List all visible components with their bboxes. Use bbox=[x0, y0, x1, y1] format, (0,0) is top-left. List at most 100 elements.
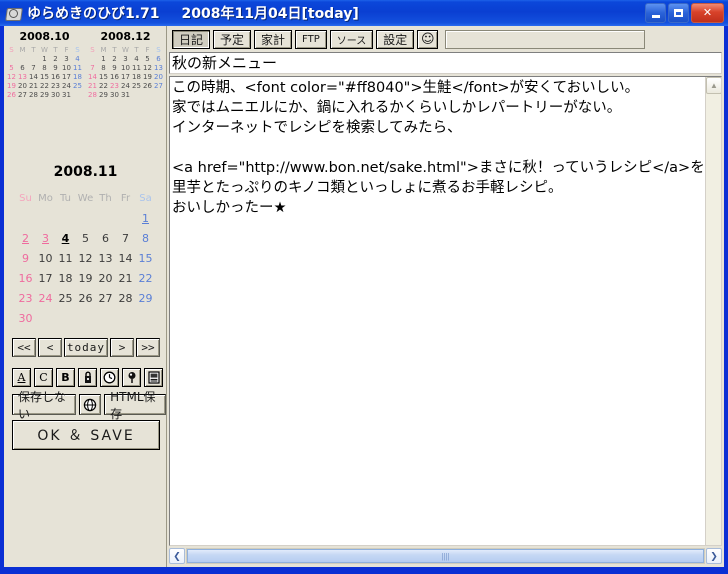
maximize-button[interactable] bbox=[668, 3, 689, 23]
scroll-right-button[interactable]: ❯ bbox=[706, 548, 722, 564]
tab-household[interactable]: 家計 bbox=[254, 30, 293, 49]
calendar-day[interactable]: 11 bbox=[56, 249, 76, 269]
image-icon-button[interactable] bbox=[144, 368, 163, 387]
hscroll-thumb[interactable]: |||| bbox=[187, 549, 704, 563]
calendar-day[interactable]: 7 bbox=[87, 64, 98, 73]
calendar-day[interactable]: 9 bbox=[16, 249, 36, 269]
horizontal-scrollbar[interactable]: ❮ |||| ❯ bbox=[169, 547, 722, 565]
calendar-day[interactable]: 20 bbox=[96, 269, 116, 289]
calendar-day[interactable]: 22 bbox=[39, 82, 50, 91]
close-button[interactable]: ✕ bbox=[691, 3, 724, 23]
calendar-day[interactable]: 17 bbox=[61, 73, 72, 82]
calendar-day[interactable]: 13 bbox=[17, 73, 28, 82]
calendar-day[interactable]: 26 bbox=[76, 289, 96, 309]
calendar-day[interactable]: 27 bbox=[96, 289, 116, 309]
calendar-day[interactable]: 17 bbox=[36, 269, 56, 289]
calendar-day[interactable]: 25 bbox=[56, 289, 76, 309]
calendar-day[interactable]: 15 bbox=[98, 73, 109, 82]
calendar-day[interactable]: 5 bbox=[76, 229, 96, 249]
mini-calendar-grid[interactable]: S M T W T F S 1 2 3 4 5 6 7 8 9 10 11 12 13 14 15 16 17 18 19 20 21… bbox=[4, 46, 85, 100]
calendar-day[interactable]: 1 bbox=[39, 55, 50, 64]
calendar-day[interactable]: 22 bbox=[136, 269, 156, 289]
calendar-day[interactable]: 28 bbox=[116, 289, 136, 309]
calendar-day[interactable]: 23 bbox=[16, 289, 36, 309]
calendar-day[interactable]: 2 bbox=[50, 55, 61, 64]
calendar-day[interactable]: 18 bbox=[72, 73, 83, 82]
lock-icon-button[interactable] bbox=[78, 368, 97, 387]
calendar-day[interactable]: 3 bbox=[120, 55, 131, 64]
calendar-day[interactable]: 27 bbox=[153, 82, 164, 91]
main-calendar-grid[interactable]: Su Mo Tu We Th Fr Sa 1 2 3 4 5 6 7 8 9 10 11 12 13 14 15 16 17 1… bbox=[4, 189, 167, 329]
calendar-day[interactable]: 11 bbox=[131, 64, 142, 73]
calendar-day[interactable]: 15 bbox=[39, 73, 50, 82]
calendar-day[interactable]: 30 bbox=[109, 91, 120, 100]
tab-diary[interactable]: 日記 bbox=[172, 30, 211, 49]
nav-today-button[interactable]: today bbox=[64, 338, 108, 357]
mini-calendar-grid[interactable]: S M T W T F S 1 2 3 4 5 6 7 8 9 10 11 12 13 14 15 16 17 18 19 20 21… bbox=[85, 46, 166, 100]
calendar-day[interactable]: 18 bbox=[131, 73, 142, 82]
calendar-day[interactable]: 28 bbox=[28, 91, 39, 100]
calendar-day[interactable]: 21 bbox=[28, 82, 39, 91]
no-save-button[interactable]: 保存しない bbox=[12, 390, 77, 421]
calendar-day[interactable]: 14 bbox=[116, 249, 136, 269]
underline-format-button[interactable]: A bbox=[12, 368, 31, 387]
calendar-day[interactable]: 1 bbox=[98, 55, 109, 64]
calendar-day[interactable]: 24 bbox=[120, 82, 131, 91]
calendar-day[interactable]: 3 bbox=[61, 55, 72, 64]
calendar-day[interactable]: 29 bbox=[98, 91, 109, 100]
tab-source[interactable]: ソース bbox=[329, 30, 374, 49]
calendar-day[interactable]: 8 bbox=[98, 64, 109, 73]
clock-icon-button[interactable] bbox=[100, 368, 119, 387]
calendar-day[interactable]: 10 bbox=[61, 64, 72, 73]
vertical-scrollbar[interactable]: ▲ bbox=[705, 77, 721, 545]
calendar-day[interactable]: 13 bbox=[153, 64, 164, 73]
calendar-day[interactable]: 12 bbox=[6, 73, 17, 82]
calendar-day[interactable]: 25 bbox=[72, 82, 83, 91]
calendar-day[interactable]: 2 bbox=[109, 55, 120, 64]
balloon-icon-button[interactable] bbox=[122, 368, 141, 387]
calendar-day[interactable]: 6 bbox=[153, 55, 164, 64]
calendar-day[interactable]: 24 bbox=[36, 289, 56, 309]
calendar-day[interactable]: 15 bbox=[136, 249, 156, 269]
bold-format-button[interactable]: B bbox=[56, 368, 75, 387]
calendar-day[interactable]: 19 bbox=[6, 82, 17, 91]
calendar-day[interactable]: 30 bbox=[16, 309, 36, 329]
calendar-day[interactable]: 6 bbox=[17, 64, 28, 73]
nav-next-year-button[interactable]: >> bbox=[136, 338, 160, 357]
calendar-day[interactable]: 21 bbox=[87, 82, 98, 91]
entry-title-input[interactable]: 秋の新メニュー bbox=[169, 52, 722, 74]
calendar-day[interactable]: 23 bbox=[50, 82, 61, 91]
calendar-day[interactable]: 11 bbox=[72, 64, 83, 73]
calendar-day[interactable]: 21 bbox=[116, 269, 136, 289]
calendar-day[interactable]: 9 bbox=[50, 64, 61, 73]
calendar-day[interactable]: 27 bbox=[17, 91, 28, 100]
smiley-button[interactable]: ☺ bbox=[417, 30, 439, 49]
calendar-day[interactable]: 16 bbox=[50, 73, 61, 82]
entry-body-input[interactable]: この時期、<font color="#ff8040">生鮭</font>が安くて… bbox=[170, 77, 706, 218]
calendar-day[interactable]: 16 bbox=[16, 269, 36, 289]
calendar-day[interactable]: 28 bbox=[87, 91, 98, 100]
scroll-up-button[interactable]: ▲ bbox=[706, 77, 721, 94]
calendar-day[interactable]: 10 bbox=[36, 249, 56, 269]
tab-ftp[interactable]: FTP bbox=[295, 30, 327, 49]
calendar-day[interactable]: 2 bbox=[16, 229, 36, 249]
calendar-day[interactable]: 31 bbox=[120, 91, 131, 100]
calendar-day[interactable]: 14 bbox=[28, 73, 39, 82]
html-save-button[interactable]: HTML保存 bbox=[104, 390, 166, 421]
calendar-day[interactable]: 26 bbox=[142, 82, 153, 91]
calendar-day[interactable]: 12 bbox=[76, 249, 96, 269]
calendar-day[interactable]: 17 bbox=[120, 73, 131, 82]
calendar-day[interactable]: 31 bbox=[61, 91, 72, 100]
minimize-button[interactable] bbox=[645, 3, 666, 23]
scroll-left-button[interactable]: ❮ bbox=[169, 548, 185, 564]
calendar-day[interactable]: 30 bbox=[50, 91, 61, 100]
calendar-day[interactable]: 4 bbox=[131, 55, 142, 64]
calendar-day[interactable]: 12 bbox=[142, 64, 153, 73]
calendar-day[interactable]: 7 bbox=[28, 64, 39, 73]
calendar-day[interactable]: 29 bbox=[136, 289, 156, 309]
calendar-day[interactable]: 24 bbox=[61, 82, 72, 91]
hscroll-track[interactable]: |||| bbox=[186, 548, 705, 564]
color-format-button[interactable]: C bbox=[34, 368, 53, 387]
calendar-day[interactable]: 19 bbox=[76, 269, 96, 289]
calendar-day[interactable]: 5 bbox=[142, 55, 153, 64]
